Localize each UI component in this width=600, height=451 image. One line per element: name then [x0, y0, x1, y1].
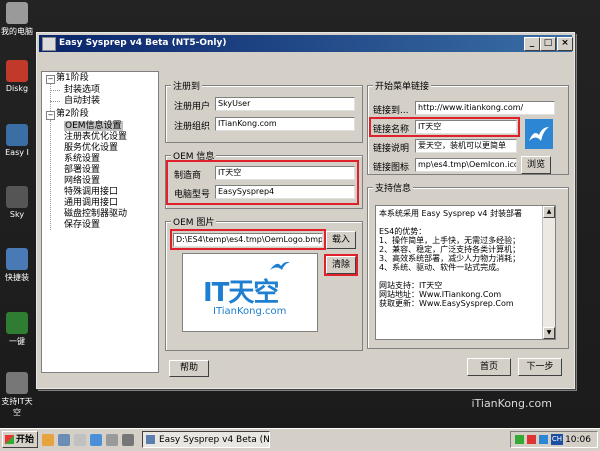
link-name-highlight: [369, 117, 520, 137]
support-line: 3、高效系统部署，减少人力物力消耗；: [379, 254, 521, 263]
tree-stage1[interactable]: 第1阶段: [56, 73, 89, 84]
desktop-icon-diskg[interactable]: Diskg: [0, 60, 34, 93]
title-bar[interactable]: Easy Sysprep v4 Beta (NT5-Only) _ □ ×: [39, 35, 573, 52]
quicklaunch-app-icon[interactable]: [58, 434, 70, 446]
tray-app-icon[interactable]: [527, 435, 536, 444]
input-language-badge[interactable]: CH: [551, 434, 563, 445]
support-group-title: 支持信息: [373, 181, 414, 194]
link-icon-label: 链接图标: [373, 163, 410, 173]
support-line: 2、兼容、稳定，广泛支持各类计算机；: [379, 245, 521, 254]
app-icon: [6, 124, 28, 146]
settings-tree[interactable]: − 第1阶段 封装选项 自动封装 − 第2阶段 OEM信息设置 注册表优化设置 …: [41, 71, 159, 373]
support-scrollbar[interactable]: ▲ ▼: [542, 206, 555, 339]
taskbar: 开始 Easy Sysprep v4 Beta (N... CH 10:06: [0, 428, 600, 451]
load-button[interactable]: 载入: [326, 231, 356, 249]
logo-text: IT天空: [203, 278, 279, 308]
quicklaunch-app-icon[interactable]: [90, 434, 102, 446]
close-button[interactable]: ×: [557, 37, 573, 51]
register-org-label: 注册组织: [174, 122, 211, 132]
quicklaunch-tool-icon[interactable]: [74, 434, 86, 446]
windows-flag-icon: [5, 435, 14, 444]
computer-icon: [6, 2, 28, 24]
maximize-button[interactable]: □: [540, 37, 556, 51]
support-line: 4、系统、驱动、软件一站式完成。: [379, 263, 505, 272]
link-icon-input[interactable]: mp\es4.tmp\OemIcon.ico: [415, 158, 517, 172]
watermark: iTianKong.com: [471, 397, 552, 410]
tree-item-general-api[interactable]: 通用调用接口: [64, 198, 118, 209]
taskbar-window-button[interactable]: Easy Sysprep v4 Beta (N...: [142, 431, 270, 448]
scroll-down-icon[interactable]: ▼: [543, 327, 555, 339]
oem-path-highlight: [170, 229, 326, 250]
app-icon: [42, 37, 56, 51]
tree-item-system[interactable]: 系统设置: [64, 154, 100, 165]
tray-app-icon[interactable]: [539, 435, 548, 444]
link-to-label: 链接到...: [373, 106, 409, 116]
tree-stage2[interactable]: 第2阶段: [56, 109, 89, 120]
register-user-label: 注册用户: [174, 102, 211, 112]
register-org-input[interactable]: ITianKong.com: [215, 117, 355, 131]
window-title: Easy Sysprep v4 Beta (NT5-Only): [59, 38, 227, 48]
tree-item-deploy[interactable]: 部署设置: [64, 165, 100, 176]
desktop-icon-quick-install[interactable]: 快捷装: [0, 248, 34, 283]
desktop-icon-one-key[interactable]: 一键: [0, 312, 34, 347]
oem-info-highlight: [166, 160, 359, 205]
link-to-input[interactable]: http://www.itiankong.com/: [415, 101, 555, 115]
support-line: 1、操作简单，上手快，无需过多经验；: [379, 236, 521, 245]
window-task-icon: [146, 435, 155, 444]
tree-item-disk-driver[interactable]: 磁盘控制器驱动: [64, 209, 127, 220]
logo-subtext: ITianKong.com: [213, 306, 287, 317]
tree-item-oem-info[interactable]: OEM信息设置: [64, 121, 123, 132]
tree-item-network[interactable]: 网络设置: [64, 176, 100, 187]
support-line: 网站地址：Www.ITiankong.Com: [379, 290, 502, 299]
collapse-icon[interactable]: −: [46, 75, 55, 84]
quicklaunch-folder-icon[interactable]: [42, 434, 54, 446]
app-icon: [6, 248, 28, 270]
help-button[interactable]: 帮助: [169, 360, 209, 377]
desktop-icon-easy[interactable]: Easy I: [0, 124, 34, 157]
bird-icon: [529, 127, 549, 141]
app-icon: [6, 60, 28, 82]
minimize-button[interactable]: _: [524, 37, 540, 51]
tree-item-special-api[interactable]: 特殊调用接口: [64, 187, 118, 198]
network-icon[interactable]: [515, 435, 524, 444]
browse-button[interactable]: 浏览: [521, 156, 551, 174]
tree-item-save[interactable]: 保存设置: [64, 220, 100, 231]
oem-logo-preview: IT天空 ITianKong.com: [182, 253, 318, 332]
link-desc-label: 链接说明: [373, 144, 410, 154]
start-button[interactable]: 开始: [2, 431, 38, 448]
app-icon: [6, 312, 28, 334]
support-line: 获取更新：Www.EasySysprep.Com: [379, 299, 514, 308]
link-desc-input[interactable]: 爱天空，装机可以更简单: [415, 139, 517, 153]
tree-item-service[interactable]: 服务优化设置: [64, 143, 118, 154]
link-icon-preview: [525, 119, 553, 149]
next-button[interactable]: 下一步: [518, 358, 562, 376]
start-menu-group-title: 开始菜单链接: [373, 79, 432, 92]
desktop-icon-support[interactable]: 支持IT天空: [0, 372, 34, 418]
support-line: ES4的优势：: [379, 227, 427, 236]
quicklaunch-app-icon[interactable]: [106, 434, 118, 446]
bird-icon: [270, 261, 290, 270]
home-button[interactable]: 首页: [467, 358, 511, 376]
support-line: 网站支持：IT天空: [379, 281, 443, 290]
support-line: 本系统采用 Easy Sysprep v4 封装部署: [379, 209, 523, 218]
oem-image-group-title: OEM 图片: [171, 215, 217, 228]
scroll-up-icon[interactable]: ▲: [543, 206, 555, 218]
register-group: [165, 85, 363, 143]
register-user-input[interactable]: SkyUser: [215, 97, 355, 111]
desktop-icon-sky[interactable]: Sky: [0, 186, 34, 219]
system-tray: CH 10:06: [510, 431, 598, 448]
desktop-icon-my-computer[interactable]: 我的电脑: [0, 2, 34, 37]
clear-highlight: [324, 254, 358, 276]
app-icon: [6, 186, 28, 208]
quicklaunch-app-icon[interactable]: [122, 434, 134, 446]
collapse-icon[interactable]: −: [46, 111, 55, 120]
tree-item-auto-package[interactable]: 自动封装: [64, 96, 100, 107]
clock: 10:06: [565, 435, 591, 445]
tree-item-package-options[interactable]: 封装选项: [64, 85, 100, 96]
register-group-title: 注册到: [171, 79, 203, 92]
main-window: Easy Sysprep v4 Beta (NT5-Only) _ □ × − …: [36, 32, 575, 389]
tree-item-registry[interactable]: 注册表优化设置: [64, 132, 127, 143]
app-icon: [6, 372, 28, 394]
support-text-area[interactable]: 本系统采用 Easy Sysprep v4 封装部署 ES4的优势： 1、操作简…: [375, 205, 556, 340]
